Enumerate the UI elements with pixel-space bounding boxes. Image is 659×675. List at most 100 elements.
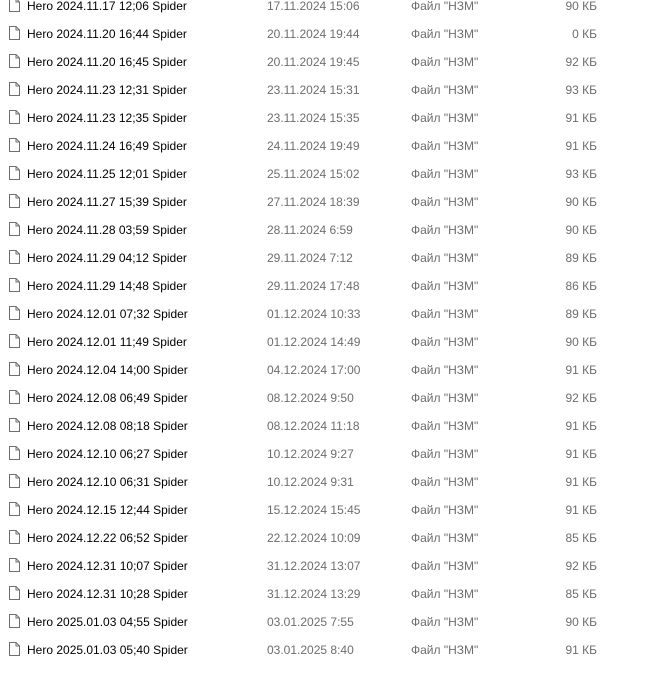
file-row[interactable]: Hero 2024.11.25 12;01 Spider 25.11.2024 … bbox=[0, 160, 659, 188]
file-modified-date: 20.11.2024 19:45 bbox=[267, 55, 360, 69]
file-row[interactable]: Hero 2024.11.28 03;59 Spider 28.11.2024 … bbox=[0, 216, 659, 244]
file-row[interactable]: Hero 2024.12.31 10;07 Spider 31.12.2024 … bbox=[0, 552, 659, 580]
file-row[interactable]: Hero 2024.11.23 12;31 Spider 23.11.2024 … bbox=[0, 76, 659, 104]
file-row[interactable]: Hero 2024.11.29 04;12 Spider 29.11.2024 … bbox=[0, 244, 659, 272]
file-name: Hero 2024.12.08 06;49 Spider bbox=[27, 391, 188, 405]
file-size: 91 КБ bbox=[565, 447, 597, 461]
file-type: Файл "НЗМ" bbox=[411, 503, 479, 517]
file-size: 90 КБ bbox=[565, 335, 597, 349]
file-type: Файл "НЗМ" bbox=[411, 475, 479, 489]
file-type: Файл "НЗМ" bbox=[411, 447, 479, 461]
file-name: Hero 2024.11.20 16;45 Spider bbox=[27, 55, 187, 69]
file-size: 92 КБ bbox=[565, 559, 597, 573]
file-row[interactable]: Hero 2024.12.15 12;44 Spider 15.12.2024 … bbox=[0, 496, 659, 524]
file-name: Hero 2024.11.28 03;59 Spider bbox=[27, 223, 187, 237]
file-type: Файл "НЗМ" bbox=[411, 419, 479, 433]
file-type: Файл "НЗМ" bbox=[411, 279, 479, 293]
file-size: 85 КБ bbox=[565, 587, 597, 601]
generic-file-icon bbox=[9, 474, 20, 488]
file-size: 91 КБ bbox=[565, 419, 597, 433]
file-row[interactable]: Hero 2024.12.10 06;31 Spider 10.12.2024 … bbox=[0, 468, 659, 496]
file-row[interactable]: Hero 2024.11.20 16;45 Spider 20.11.2024 … bbox=[0, 48, 659, 76]
file-type: Файл "НЗМ" bbox=[411, 363, 479, 377]
file-size: 86 КБ bbox=[565, 279, 597, 293]
file-type: Файл "НЗМ" bbox=[411, 223, 479, 237]
file-size: 90 КБ bbox=[565, 615, 597, 629]
file-size: 89 КБ bbox=[565, 307, 597, 321]
file-type: Файл "НЗМ" bbox=[411, 587, 479, 601]
generic-file-icon bbox=[9, 390, 20, 404]
file-row[interactable]: Hero 2024.12.04 14;00 Spider 04.12.2024 … bbox=[0, 356, 659, 384]
file-modified-date: 03.01.2025 7:55 bbox=[267, 615, 354, 629]
file-modified-date: 31.12.2024 13:07 bbox=[267, 559, 361, 573]
file-modified-date: 29.11.2024 17:48 bbox=[267, 279, 360, 293]
generic-file-icon bbox=[9, 642, 20, 656]
file-name: Hero 2024.12.10 06;31 Spider bbox=[27, 475, 188, 489]
file-row[interactable]: Hero 2024.12.22 06;52 Spider 22.12.2024 … bbox=[0, 524, 659, 552]
file-size: 0 КБ bbox=[572, 27, 597, 41]
file-modified-date: 20.11.2024 19:44 bbox=[267, 27, 360, 41]
generic-file-icon bbox=[9, 306, 20, 320]
file-row[interactable]: Hero 2024.12.08 08;18 Spider 08.12.2024 … bbox=[0, 412, 659, 440]
generic-file-icon bbox=[9, 0, 20, 12]
file-row[interactable]: Hero 2024.12.01 07;32 Spider 01.12.2024 … bbox=[0, 300, 659, 328]
file-name: Hero 2024.12.10 06;27 Spider bbox=[27, 447, 188, 461]
file-row[interactable]: Hero 2024.11.24 16;49 Spider 24.11.2024 … bbox=[0, 132, 659, 160]
file-modified-date: 04.12.2024 17:00 bbox=[267, 363, 361, 377]
file-type: Файл "НЗМ" bbox=[411, 531, 479, 545]
file-name: Hero 2024.11.29 04;12 Spider bbox=[27, 251, 187, 265]
file-row[interactable]: Hero 2025.01.03 05;40 Spider 03.01.2025 … bbox=[0, 636, 659, 664]
file-name: Hero 2024.12.01 11;49 Spider bbox=[27, 335, 187, 349]
file-modified-date: 25.11.2024 15:02 bbox=[267, 167, 360, 181]
generic-file-icon bbox=[9, 222, 20, 236]
file-row[interactable]: Hero 2024.11.20 16;44 Spider 20.11.2024 … bbox=[0, 20, 659, 48]
file-size: 91 КБ bbox=[565, 139, 597, 153]
file-modified-date: 28.11.2024 6:59 bbox=[267, 223, 353, 237]
file-size: 91 КБ bbox=[565, 503, 597, 517]
file-row[interactable]: Hero 2024.12.01 11;49 Spider 01.12.2024 … bbox=[0, 328, 659, 356]
file-row[interactable]: Hero 2024.11.23 12;35 Spider 23.11.2024 … bbox=[0, 104, 659, 132]
file-size: 85 КБ bbox=[565, 531, 597, 545]
generic-file-icon bbox=[9, 614, 20, 628]
file-row[interactable]: Hero 2024.11.29 14;48 Spider 29.11.2024 … bbox=[0, 272, 659, 300]
file-type: Файл "НЗМ" bbox=[411, 307, 479, 321]
generic-file-icon bbox=[9, 362, 20, 376]
generic-file-icon bbox=[9, 194, 20, 208]
file-modified-date: 31.12.2024 13:29 bbox=[267, 587, 361, 601]
file-size: 93 КБ bbox=[565, 167, 597, 181]
file-modified-date: 15.12.2024 15:45 bbox=[267, 503, 361, 517]
file-type: Файл "НЗМ" bbox=[411, 111, 479, 125]
file-modified-date: 23.11.2024 15:35 bbox=[267, 111, 360, 125]
file-row[interactable]: Hero 2024.11.17 12;06 Spider 17.11.2024 … bbox=[0, 0, 659, 20]
file-name: Hero 2024.12.15 12;44 Spider bbox=[27, 503, 188, 517]
generic-file-icon bbox=[9, 54, 20, 68]
file-name: Hero 2025.01.03 04;55 Spider bbox=[27, 615, 188, 629]
file-row[interactable]: Hero 2024.12.31 10;28 Spider 31.12.2024 … bbox=[0, 580, 659, 608]
file-row[interactable]: Hero 2024.12.10 06;27 Spider 10.12.2024 … bbox=[0, 440, 659, 468]
generic-file-icon bbox=[9, 166, 20, 180]
file-type: Файл "НЗМ" bbox=[411, 559, 479, 573]
generic-file-icon bbox=[9, 530, 20, 544]
file-row[interactable]: Hero 2024.11.27 15;39 Spider 27.11.2024 … bbox=[0, 188, 659, 216]
generic-file-icon bbox=[9, 418, 20, 432]
generic-file-icon bbox=[9, 278, 20, 292]
file-name: Hero 2024.11.23 12;35 Spider bbox=[27, 111, 187, 125]
generic-file-icon bbox=[9, 110, 20, 124]
file-size: 89 КБ bbox=[565, 251, 597, 265]
file-modified-date: 08.12.2024 9:50 bbox=[267, 391, 354, 405]
file-modified-date: 01.12.2024 10:33 bbox=[267, 307, 361, 321]
generic-file-icon bbox=[9, 250, 20, 264]
generic-file-icon bbox=[9, 334, 20, 348]
file-size: 92 КБ bbox=[565, 391, 597, 405]
file-name: Hero 2025.01.03 05;40 Spider bbox=[27, 643, 188, 657]
file-row[interactable]: Hero 2025.01.03 04;55 Spider 03.01.2025 … bbox=[0, 608, 659, 636]
file-type: Файл "НЗМ" bbox=[411, 251, 479, 265]
file-modified-date: 24.11.2024 19:49 bbox=[267, 139, 360, 153]
file-modified-date: 29.11.2024 7:12 bbox=[267, 251, 353, 265]
file-name: Hero 2024.12.22 06;52 Spider bbox=[27, 531, 188, 545]
file-name: Hero 2024.11.23 12;31 Spider bbox=[27, 83, 187, 97]
file-size: 93 КБ bbox=[565, 83, 597, 97]
file-modified-date: 03.01.2025 8:40 bbox=[267, 643, 354, 657]
file-size: 91 КБ bbox=[565, 111, 597, 125]
file-row[interactable]: Hero 2024.12.08 06;49 Spider 08.12.2024 … bbox=[0, 384, 659, 412]
